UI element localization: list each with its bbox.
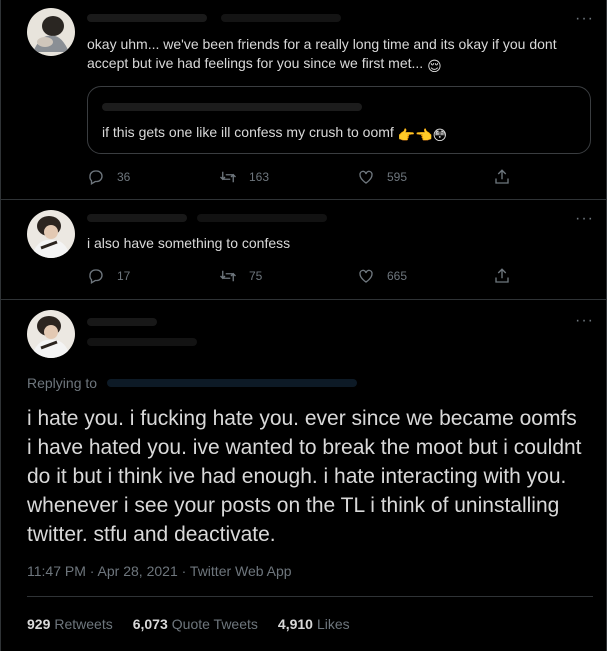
like-button[interactable]: 665 <box>357 267 407 285</box>
more-icon[interactable]: ··· <box>575 313 594 329</box>
action-bar: 36 163 595 <box>1 168 606 188</box>
handle-redacted <box>221 14 341 22</box>
avatar[interactable] <box>27 8 75 56</box>
share-icon <box>495 169 509 184</box>
handle-redacted <box>197 214 327 222</box>
quote-author-redacted <box>102 103 362 111</box>
quote-tweets-count: 6,073 <box>132 616 168 632</box>
avatar-image <box>27 8 75 56</box>
tweet-1[interactable]: ··· okay uhm... we've been friends for a… <box>1 0 606 200</box>
display-name-redacted <box>87 214 187 222</box>
retweets-count: 929 <box>27 616 51 632</box>
likes-stat[interactable]: 4,910 Likes <box>278 616 350 632</box>
tweet-text: i also have something to confess <box>87 235 291 251</box>
tweet-timestamp[interactable]: 11:47 PM · Apr 28, 2021 · Twitter Web Ap… <box>27 563 292 579</box>
reply-handles-redacted[interactable] <box>106 379 357 387</box>
timeline-frame: ··· okay uhm... we've been friends for a… <box>0 0 607 651</box>
like-icon <box>359 269 373 283</box>
reply-icon <box>89 269 103 284</box>
stats-divider <box>27 596 593 597</box>
engagement-stats: 929 Retweets 6,073 Quote Tweets 4,910 Likes <box>27 616 350 632</box>
quote-tweets-label: Quote Tweets <box>171 616 258 632</box>
quote-tweet[interactable]: if this gets one like ill confess my cru… <box>87 86 591 154</box>
shy-emoji: 👉👈😳 <box>397 127 448 143</box>
retweet-icon <box>220 171 236 183</box>
share-icon <box>495 268 509 283</box>
like-icon <box>359 170 373 184</box>
likes-label: Likes <box>316 616 350 632</box>
quote-text: if this gets one like ill confess my cru… <box>102 124 447 144</box>
more-icon[interactable]: ··· <box>575 211 594 227</box>
relieved-emoji: 😌 <box>427 58 442 74</box>
replying-label: Replying to <box>27 375 98 391</box>
retweet-count: 75 <box>249 269 263 283</box>
reply-count: 17 <box>117 269 131 283</box>
quote-text-body: if this gets one like ill confess my cru… <box>102 124 394 140</box>
reply-count: 36 <box>117 170 131 184</box>
retweet-icon <box>220 270 236 282</box>
retweet-button[interactable]: 163 <box>219 168 269 186</box>
display-name-redacted <box>87 318 157 326</box>
replying-to: Replying to <box>27 375 357 391</box>
tweet-text: okay uhm... we've been friends for a rea… <box>87 35 587 76</box>
retweet-count: 163 <box>249 170 270 184</box>
quote-tweets-stat[interactable]: 6,073 Quote Tweets <box>133 616 258 632</box>
share-button[interactable] <box>493 168 523 186</box>
reply-icon <box>89 170 103 185</box>
tweet-2[interactable]: ··· i also have something to confess 17 … <box>1 200 606 300</box>
tweet-text-body: okay uhm... we've been friends for a rea… <box>87 36 557 71</box>
avatar-image <box>27 210 75 258</box>
reply-button[interactable]: 36 <box>87 168 130 186</box>
reply-button[interactable]: 17 <box>87 267 130 285</box>
avatar[interactable] <box>27 210 75 258</box>
handle-redacted <box>87 338 197 346</box>
avatar-image <box>27 310 75 358</box>
like-count: 665 <box>387 269 408 283</box>
action-bar: 17 75 665 <box>1 267 606 287</box>
likes-count: 4,910 <box>277 616 313 632</box>
share-button[interactable] <box>493 267 523 285</box>
like-button[interactable]: 595 <box>357 168 407 186</box>
more-icon[interactable]: ··· <box>575 11 594 27</box>
avatar[interactable] <box>27 310 75 358</box>
retweets-label: Retweets <box>54 616 113 632</box>
retweets-stat[interactable]: 929 Retweets <box>27 616 113 632</box>
display-name-redacted <box>87 14 207 22</box>
main-tweet-text: i hate you. i fucking hate you. ever sin… <box>27 407 582 546</box>
retweet-button[interactable]: 75 <box>219 267 262 285</box>
like-count: 595 <box>387 170 408 184</box>
